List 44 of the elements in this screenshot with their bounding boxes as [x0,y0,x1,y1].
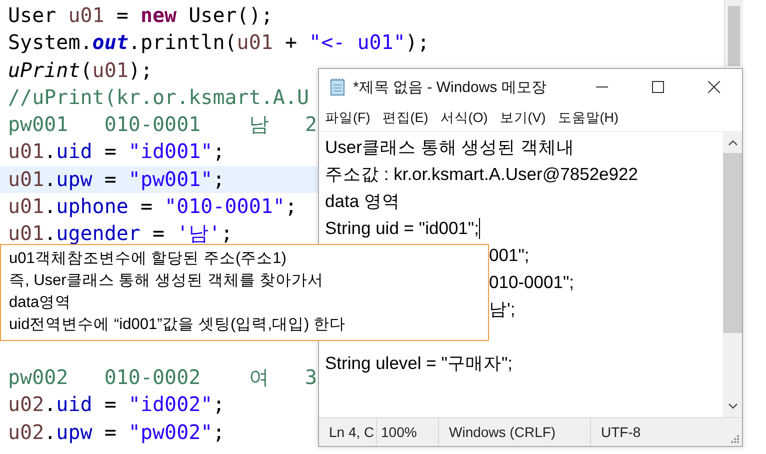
menu-item[interactable]: 서식(O) [440,109,488,127]
code-line: u01.uphone = "010-0001"; [8,193,298,220]
scrollbar[interactable] [723,132,742,417]
maximize-icon [652,81,664,93]
scrollbar-thumb[interactable] [728,6,740,66]
note-text: u01객체참조변수에 할당된 주소(주소1) [9,249,286,269]
text-line: String ulevel = "구매자"; [325,352,513,375]
code-line: uPrint(u01); [8,56,153,84]
code-line: pw001 010-0001 남 2 [8,111,317,138]
text-line: 010-0001"; [489,271,574,294]
note-text: 즉, User클래스 통해 생성된 객체를 찾아가서 [9,271,324,291]
code-line: pw002 010-0002 여 3 [8,364,317,392]
status-item: UTF-8 [600,423,641,442]
notepad-icon [329,78,347,96]
close-icon [708,81,720,93]
menu-item[interactable]: 보기(V) [500,109,546,127]
code-line: u02.uid = "id002"; [8,391,225,418]
note-text: data영역 [9,293,72,313]
text-line: 주소값 : kr.or.ksmart.A.User@7852e922 [325,163,638,186]
scroll-up-icon[interactable] [728,140,738,146]
status-item: Windows (CRLF) [439,418,591,446]
code-line: //uPrint(kr.or.ksmart.A.U [8,84,310,111]
status-item: 100% [377,418,439,446]
code-line: User u01 = new User(); [8,2,273,29]
code-line: u01.ugender = '남'; [8,220,233,248]
text-line: User클래스 통해 생성된 객체내 [325,136,575,159]
scroll-down-icon[interactable] [728,403,738,409]
status-item: Ln 4, C [319,418,377,446]
menu-item[interactable]: 파일(F) [325,109,370,127]
menu-item[interactable]: 편집(E) [382,109,428,127]
text-line: 남'; [489,298,516,321]
code-line: u01.upw = "pw001"; [8,166,225,193]
scrollbar[interactable] [724,0,743,67]
note-text: uid전역변수에 “id001”값을 셋팅(입력,대입) 한다 [9,315,346,335]
code-line: u01.uid = "id001"; [8,138,225,166]
resize-grip-icon[interactable] [731,435,739,443]
window-title: *제목 없음 - Windows 메모장 [353,78,546,96]
text-line: 001"; [489,244,530,267]
text-line: String uid = "id001"; [325,217,479,240]
code-line: System.out.println(u01 + "<- u01"); [8,29,430,56]
scrollbar-thumb[interactable] [723,153,742,333]
code-line: u02.upw = "pw002"; [8,418,225,446]
menu-item[interactable]: 도움말(H) [558,109,618,127]
text-line: data 영역 [325,190,400,213]
